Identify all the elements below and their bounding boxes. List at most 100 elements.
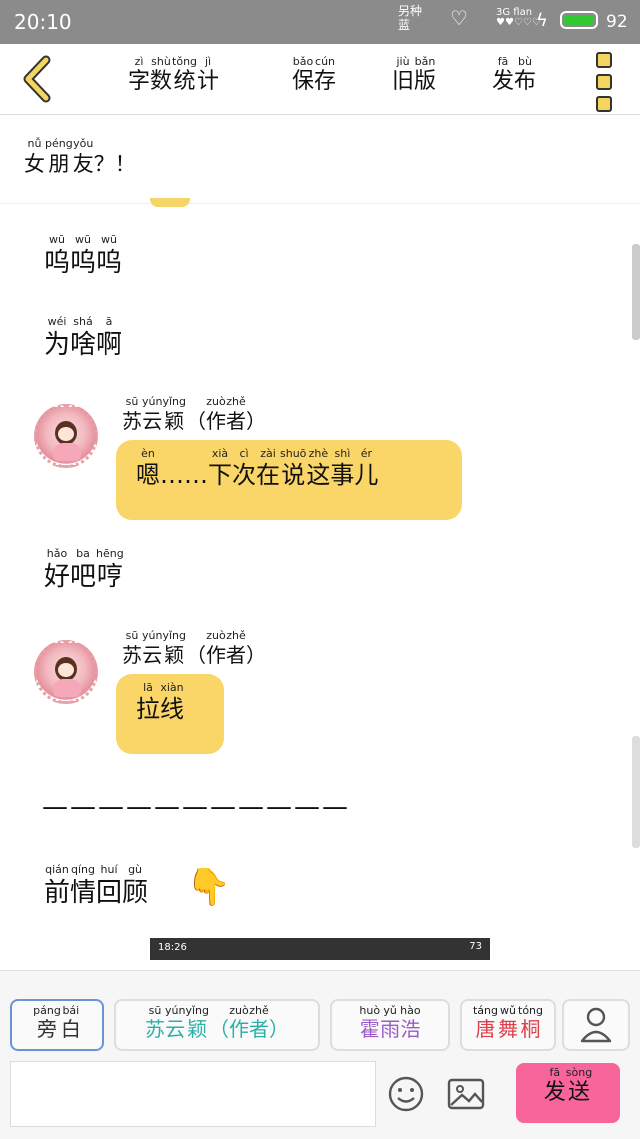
ruby-char: ā啊 bbox=[96, 316, 122, 362]
hanzi: 旁 bbox=[37, 1017, 57, 1041]
back-arrow-icon[interactable] bbox=[18, 54, 58, 104]
ruby-char: yún 云 bbox=[165, 1005, 186, 1042]
pinyin bbox=[209, 1005, 229, 1017]
hanzi: 嗯 bbox=[136, 461, 160, 489]
embedded-screenshot[interactable]: 18:26 73 bbox=[150, 938, 490, 970]
bubble-peek bbox=[150, 198, 190, 207]
role-chip-huo-yuhao[interactable]: huò 霍 yǔ 雨 hào 浩 bbox=[330, 999, 450, 1051]
ruby-char: bái 白 bbox=[61, 1005, 81, 1042]
ruby-char: xiàn 线 bbox=[160, 682, 184, 724]
word-count-button[interactable]: zì 字 shù 数 tǒng 统 jì 计 bbox=[128, 56, 219, 96]
hanzi: 次 bbox=[232, 461, 256, 489]
pinyin: jì bbox=[204, 55, 212, 68]
embedded-time: 18:26 bbox=[158, 942, 187, 953]
ruby-char: yǒu 友 bbox=[73, 138, 94, 178]
hanzi: 送 bbox=[568, 1080, 591, 1105]
scrollbar-thumb[interactable] bbox=[632, 244, 640, 340]
narration-line: hǎo 好 ba 吧 hēng 哼 bbox=[44, 548, 124, 594]
hanzi: 顾 bbox=[122, 878, 149, 908]
hanzi: 为 bbox=[44, 330, 71, 360]
ruby-char: huò 霍 bbox=[359, 1005, 380, 1042]
hanzi: 儿 bbox=[354, 461, 379, 489]
hanzi: 旧 bbox=[392, 69, 415, 94]
ruby-char: cì 次 bbox=[232, 448, 256, 490]
hanzi: 颖 bbox=[164, 643, 185, 667]
avatar[interactable] bbox=[34, 404, 98, 468]
pinyin: zhè bbox=[308, 447, 329, 460]
save-button[interactable]: bǎo 保 cún 存 bbox=[292, 56, 336, 96]
ruby-char: lā 拉 bbox=[136, 682, 160, 724]
topic-title: nǚ 女 péng 朋 yǒu 友 ？！ bbox=[24, 138, 136, 178]
hanzi: 在 bbox=[256, 461, 280, 489]
role-chip-su-yunying[interactable]: sū 苏 yún 云 yǐng 颖 （zuò 作 zhě 者 ） bbox=[114, 999, 320, 1051]
pinyin: péng bbox=[45, 137, 73, 150]
message-input[interactable] bbox=[10, 1061, 376, 1127]
publish-button[interactable]: fā 发 bù 布 bbox=[492, 56, 536, 96]
hanzi: 发 bbox=[543, 1080, 566, 1105]
hanzi: 者 bbox=[225, 643, 246, 667]
hanzi: 者 bbox=[225, 409, 246, 433]
ruby-char: péng 朋 bbox=[45, 138, 73, 178]
hanzi: 作 bbox=[205, 409, 226, 433]
pinyin: èn bbox=[141, 447, 155, 460]
hanzi: （ bbox=[185, 643, 206, 667]
smiley-icon[interactable] bbox=[386, 1074, 426, 1114]
hanzi: …… bbox=[160, 461, 208, 489]
message-bubble: lā 拉 xiàn 线 bbox=[116, 674, 224, 754]
role-chip-tang-wutong[interactable]: táng 唐 wǔ 舞 tóng 桐 bbox=[460, 999, 556, 1051]
ruby-char: hǎo 好 bbox=[44, 548, 70, 594]
avatar[interactable] bbox=[34, 640, 98, 704]
ruby-char: （ bbox=[209, 1005, 229, 1041]
menu-dots-icon[interactable] bbox=[596, 52, 614, 118]
old-version-button[interactable]: jiù 旧 bǎn 版 bbox=[392, 56, 436, 96]
network-indicator: 3G flan ♥♥♡♡♡ bbox=[496, 7, 541, 28]
ruby-char: jì 计 bbox=[197, 56, 219, 96]
ruby-char: （ bbox=[186, 630, 206, 668]
pinyin: sū bbox=[125, 395, 139, 408]
ruby-char: shuō 说 bbox=[280, 448, 306, 490]
ruby-char: zhè 这 bbox=[306, 448, 330, 490]
pinyin: zuò bbox=[229, 1004, 249, 1017]
status-bar: 20:10 另种 蓝 ♡ 3G flan ♥♥♡♡♡ ϟ 92 bbox=[0, 0, 640, 44]
hanzi: 下 bbox=[208, 461, 232, 489]
ruby-char: èn 嗯 bbox=[136, 448, 160, 490]
pinyin: ér bbox=[360, 447, 373, 460]
hanzi: 云 bbox=[165, 1017, 186, 1041]
pinyin bbox=[269, 1005, 289, 1017]
ruby-char: zì 字 bbox=[128, 56, 150, 96]
pinyin: shù bbox=[151, 55, 171, 68]
hanzi: 苏 bbox=[122, 643, 142, 667]
send-button[interactable]: fā 发 sòng 送 bbox=[516, 1063, 620, 1123]
scrollbar-track[interactable] bbox=[632, 736, 640, 848]
pinyin: zhě bbox=[226, 629, 246, 642]
image-icon[interactable] bbox=[446, 1074, 486, 1114]
ruby-char: sū 苏 bbox=[145, 1005, 165, 1042]
pinyin: tǒng bbox=[172, 55, 198, 68]
role-chip-narrator[interactable]: páng 旁 bái 白 bbox=[10, 999, 104, 1051]
ruby-char: ） bbox=[269, 1005, 289, 1041]
pinyin: cì bbox=[239, 447, 249, 460]
pinyin: zhě bbox=[226, 395, 246, 408]
pointing-down-emoji: 👇 bbox=[186, 867, 231, 908]
ruby-char: yún 云 bbox=[142, 630, 162, 668]
ruby-char: bù 布 bbox=[514, 56, 536, 96]
hanzi: 字 bbox=[128, 69, 151, 94]
ruby-char: zài 在 bbox=[256, 448, 280, 490]
charging-icon: ϟ bbox=[536, 10, 548, 31]
add-role-button[interactable] bbox=[562, 999, 630, 1051]
ruby-char: shá 啥 bbox=[70, 316, 96, 362]
pinyin bbox=[160, 448, 208, 460]
pinyin: yǔ bbox=[383, 1004, 397, 1017]
ruby-char: yún 云 bbox=[142, 396, 162, 434]
hanzi: 前 bbox=[44, 878, 71, 908]
narration-line: wéi 为 shá 啥 ā 啊 bbox=[44, 316, 122, 362]
ruby-char: wéi 为 bbox=[44, 316, 70, 362]
hanzi: 舞 bbox=[498, 1017, 518, 1041]
hanzi: 雨 bbox=[380, 1017, 401, 1041]
hanzi: 桐 bbox=[520, 1017, 541, 1041]
hanzi: 这 bbox=[306, 461, 331, 489]
ruby-char: hào 浩 bbox=[400, 1005, 420, 1042]
ruby-char: páng 旁 bbox=[33, 1005, 61, 1042]
pinyin: shuō bbox=[280, 447, 307, 460]
hanzi: 保 bbox=[292, 69, 315, 94]
